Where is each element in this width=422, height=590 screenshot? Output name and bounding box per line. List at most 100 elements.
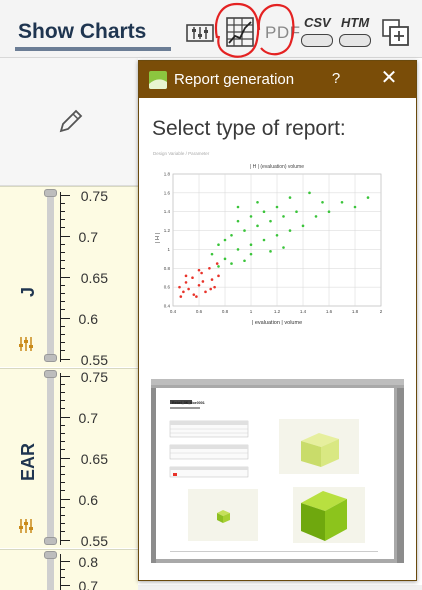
close-button[interactable]: ✕ xyxy=(379,67,399,89)
tick-label: 0.55 xyxy=(80,352,108,368)
help-button[interactable]: ? xyxy=(328,70,344,87)
parameter-panel-ear: EAR 0.75 0.7 0.65 0.6 0.55 xyxy=(0,368,138,549)
x-tick-label: 0.8 xyxy=(222,309,229,314)
slider-thumb-bottom[interactable] xyxy=(44,354,57,362)
panel-label-ear: EAR xyxy=(18,442,38,481)
x-tick-label: 1.2 xyxy=(274,309,281,314)
tick xyxy=(60,515,65,516)
scatter-point xyxy=(275,205,279,209)
scatter-point xyxy=(210,252,214,256)
tick-label: 0.6 xyxy=(78,311,98,327)
tick xyxy=(60,342,65,343)
scatter-point xyxy=(223,257,227,261)
chart-title: | H | (evaluation) volume xyxy=(250,164,304,170)
bottom-strip xyxy=(138,585,422,590)
scatter-point xyxy=(192,293,196,296)
tick-label: 0.65 xyxy=(80,270,108,286)
tick xyxy=(60,482,65,483)
scatter-point xyxy=(249,243,253,247)
scatter-point xyxy=(230,233,233,237)
parameter-panel-3: 0.8 0.7 xyxy=(0,549,138,590)
parameter-panel-j: J 0.75 0.7 0.65 0.6 0.55 xyxy=(0,186,138,368)
app-logo-icon xyxy=(149,71,167,89)
scatter-point xyxy=(262,210,266,214)
tick xyxy=(60,268,65,269)
scatter-point xyxy=(366,196,370,199)
y-tick-label: 1.2 xyxy=(164,228,171,233)
tick xyxy=(60,219,65,220)
scatter-point xyxy=(217,274,220,278)
tick xyxy=(60,523,65,524)
csv-export-button[interactable] xyxy=(301,34,333,47)
tick xyxy=(60,490,65,491)
scatter-chart: | H | (evaluation) volume | evaluation |… xyxy=(155,164,383,326)
scatter-point xyxy=(213,285,216,289)
scatter-point xyxy=(217,265,220,268)
y-tick-label: 0.6 xyxy=(164,285,171,290)
y-tick-label: 1 xyxy=(167,247,170,252)
scatter-point xyxy=(321,200,324,204)
x-tick-label: 1 xyxy=(250,309,253,314)
tick-label: 0.6 xyxy=(78,492,98,508)
slider-track[interactable] xyxy=(47,375,54,543)
csv-label: CSV xyxy=(304,15,331,30)
slider-thumb-top[interactable] xyxy=(44,370,57,378)
slider-thumb-bottom[interactable] xyxy=(44,537,57,545)
scatter-point xyxy=(269,250,272,253)
tick-label: 0.7 xyxy=(78,578,98,590)
scatter-point xyxy=(201,280,205,283)
tick xyxy=(60,309,65,310)
tick xyxy=(60,293,65,294)
y-tick-label: 1.6 xyxy=(164,190,171,195)
scatter-point xyxy=(262,238,266,242)
report-generation-dialog: Report generation ? ✕ Select type of rep… xyxy=(138,60,417,581)
y-tick-label: 0.8 xyxy=(164,266,171,271)
tick xyxy=(60,441,65,442)
tick-label: 0.7 xyxy=(78,229,98,245)
edit-cell xyxy=(0,58,138,186)
htm-export-button[interactable] xyxy=(339,34,371,47)
tick xyxy=(60,408,65,409)
dialog-title: Report generation xyxy=(174,71,295,88)
scatter-point xyxy=(282,215,285,218)
pencil-icon[interactable] xyxy=(58,108,84,134)
scatter-point xyxy=(195,295,198,298)
tick xyxy=(60,531,65,532)
scatter-point xyxy=(236,205,240,209)
chart-report-icon[interactable] xyxy=(225,16,255,48)
scatter-point xyxy=(179,295,183,298)
slider-track[interactable] xyxy=(47,195,54,361)
scatter-point xyxy=(256,200,259,204)
tick xyxy=(60,433,65,434)
pdf-icon[interactable]: PDF xyxy=(265,23,301,43)
axis-line xyxy=(60,373,61,545)
report-option-document[interactable]: Rebel_3K_doe0001 xyxy=(151,379,404,563)
slider-thumb-top[interactable] xyxy=(44,189,57,197)
scatter-point xyxy=(197,268,201,272)
scatter-point xyxy=(327,210,331,214)
x-tick-label: 2 xyxy=(380,309,383,314)
tick xyxy=(60,211,65,212)
y-tick-label: 0.4 xyxy=(164,304,171,309)
tick-label: 0.7 xyxy=(78,410,98,426)
scatter-point xyxy=(308,191,311,195)
chart-x-label: | evaluation | volume xyxy=(252,320,302,326)
document-preview: Rebel_3K_doe0001 xyxy=(151,379,404,563)
scatter-point xyxy=(340,200,344,204)
tick xyxy=(60,227,65,228)
sliders-box-icon[interactable] xyxy=(186,22,214,44)
document-title: Rebel_3K_doe0001 xyxy=(172,401,205,405)
dialog-titlebar[interactable]: Report generation ? ✕ xyxy=(139,61,416,98)
tick xyxy=(60,392,65,393)
add-window-icon[interactable] xyxy=(381,18,411,48)
scatter-point xyxy=(288,229,292,232)
show-charts-tab[interactable]: Show Charts xyxy=(18,20,146,44)
scatter-point xyxy=(209,287,212,291)
active-tab-underline xyxy=(15,47,171,51)
tick-label: 0.75 xyxy=(80,369,108,385)
tick xyxy=(60,449,65,450)
tick-label: 0.55 xyxy=(80,533,108,549)
scatter-point xyxy=(295,210,298,214)
scatter-point xyxy=(210,278,214,281)
report-option-chart[interactable]: Design Variable / Parameter | H | (evalu… xyxy=(151,148,404,328)
